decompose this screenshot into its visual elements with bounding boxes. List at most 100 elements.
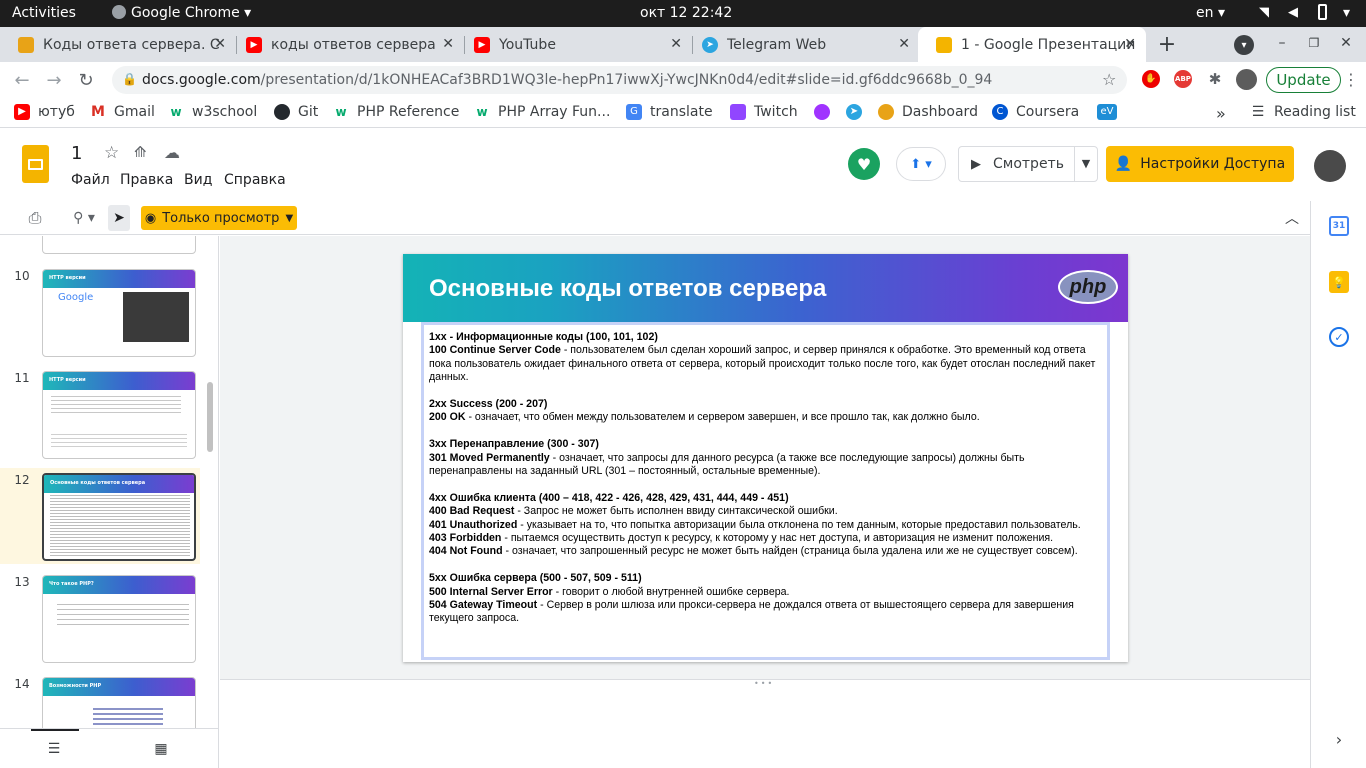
more-bookmarks-icon[interactable]: » [1216,104,1226,123]
bookmark-ev[interactable]: eV [1097,104,1125,120]
update-button[interactable]: Update [1266,67,1341,93]
minimize-icon[interactable]: – [1272,33,1292,53]
menu-file[interactable]: Файл [71,172,110,188]
close-tab-icon[interactable]: ✕ [898,36,910,52]
slide-thumbnail-13[interactable]: Что такое PHP? [42,575,196,663]
menu-help[interactable]: Справка [224,172,286,188]
close-tab-icon[interactable]: ✕ [1124,36,1136,52]
chrome-menu-icon[interactable]: ⋮ [1343,70,1359,89]
chrome-icon [112,5,126,19]
account-avatar[interactable] [1314,150,1346,182]
bookmark-translate[interactable]: Gtranslate [626,104,713,120]
print-icon[interactable]: ⎙ [24,207,46,229]
star-icon[interactable]: ☆ [104,143,119,163]
slide-line: 100 Continue Server Code - пользователем… [429,344,1104,384]
forward-icon[interactable]: → [42,68,66,92]
reading-list-button[interactable]: ☰ Reading list [1250,104,1356,120]
battery-icon[interactable] [1318,4,1327,20]
bookmark-coursera[interactable]: C Coursera [992,104,1079,120]
bookmark-gmail[interactable]: M Gmail [90,104,155,120]
tab-2[interactable]: ▶ коды ответов сервера ✕ [228,27,464,62]
status-code-description: - Запрос не может быть исполнен ввиду си… [514,505,838,518]
slide-thumbnail-11[interactable]: HTTP версии [42,371,196,459]
back-icon[interactable]: ← [10,68,34,92]
tab-title: 1 - Google Презентации [961,36,1136,53]
calendar-icon[interactable]: 31 [1329,216,1349,236]
expand-panel-icon[interactable]: › [1329,729,1349,749]
bookmark-php-array[interactable]: w PHP Array Fun... [474,104,610,120]
slideshow-dropdown-icon[interactable]: ▼ [1076,150,1096,176]
tab-3[interactable]: ▶ YouTube ✕ [456,27,692,62]
keep-icon[interactable]: 💡 [1329,271,1349,293]
grid-view-icon[interactable]: ▦ [151,739,171,759]
move-icon[interactable]: ⟰ [134,143,147,161]
profile-avatar[interactable] [1236,69,1257,90]
slides-logo-icon[interactable] [22,145,49,183]
companion-heart-icon[interactable]: ♥ [848,148,880,180]
clock[interactable]: окт 12 22:42 [640,5,732,21]
tab-4[interactable]: ➤ Telegram Web ✕ [684,27,920,62]
tab-1[interactable]: Коды ответа сервера. С ✕ [0,27,236,62]
menu-edit[interactable]: Правка [120,172,173,188]
resize-handle[interactable]: ••• [754,679,774,688]
bookmark-w3school[interactable]: w w3school [168,104,257,120]
select-pointer-icon[interactable]: ➤ [108,205,130,231]
close-window-icon[interactable]: ✕ [1336,33,1356,53]
cloud-status-icon[interactable]: ☁ [164,143,180,162]
adblock-icon[interactable]: ABP [1174,70,1192,88]
reload-icon[interactable]: ↻ [74,68,98,92]
slide-thumbnail-10[interactable]: HTTP версии Google [42,269,196,357]
speaker-notes-area[interactable]: ••• [220,679,1310,768]
app-menu[interactable]: Google Chrome ▾ [112,5,251,21]
zoom-icon[interactable]: ⚲ ▾ [64,207,104,229]
bookmark-star-icon[interactable]: ☆ [1102,70,1116,89]
status-code-label: 2xx Success (200 - 207) [429,398,548,411]
w3schools-icon: w [474,104,490,120]
restore-icon[interactable]: ❐ [1304,33,1324,53]
slide-filmstrip[interactable]: 10 HTTP версии Google 11 HTTP версии 12 … [0,236,219,768]
extension-hand-icon[interactable]: ✋ [1142,70,1160,88]
bookmark-telegram[interactable]: ➤ [846,104,870,120]
status-code-label: 401 Unauthorized [429,518,518,531]
tasks-icon[interactable]: ✓ [1329,327,1349,347]
php-logo: php [1058,270,1118,304]
slide-thumbnail-12-selected[interactable]: Основные коды ответов сервера [42,473,196,561]
bookmark-git[interactable]: Git [274,104,318,120]
bookmark-youtube[interactable]: ▶ ютуб [14,104,75,120]
youtube-icon: ▶ [474,36,490,53]
system-menu-arrow[interactable]: ▾ [1343,5,1350,21]
wifi-icon[interactable]: ◥ [1259,5,1269,20]
translate-icon: G [626,104,642,120]
coursera-icon: C [992,104,1008,120]
view-only-mode-button[interactable]: ◉ Только просмотр ▼ [141,206,297,230]
close-tab-icon[interactable]: ✕ [214,36,226,52]
close-tab-icon[interactable]: ✕ [442,36,454,52]
slide-thumbnail-9[interactable] [42,236,196,254]
present-mode-button[interactable]: ⬆ ▾ [896,147,946,181]
filmstrip-scrollbar[interactable] [207,382,213,452]
extensions-puzzle-icon[interactable]: ✱ [1206,70,1224,88]
slide-title: Основные коды ответов сервера [429,275,827,302]
tab-search-icon[interactable]: ▾ [1234,35,1254,55]
collapse-menu-icon[interactable]: ︿ [1282,207,1302,229]
status-code-label: 504 Gateway Timeout [429,599,538,612]
language-indicator[interactable]: en ▾ [1196,5,1225,21]
bookmark-php-reference[interactable]: w PHP Reference [333,104,459,120]
bookmark-twitch[interactable]: Twitch [730,104,798,120]
twitch-icon [730,104,746,120]
doc-title[interactable]: 1 [71,143,82,164]
bookmark-dashboard[interactable]: Dashboard [878,104,978,120]
activities-button[interactable]: Activities [12,5,76,21]
close-tab-icon[interactable]: ✕ [670,36,682,52]
volume-icon[interactable]: ◀ [1288,5,1298,20]
filmstrip-view-icon[interactable]: ☰ [44,739,64,759]
status-code-label: 404 Not Found [429,545,503,558]
new-tab-button[interactable]: + [1154,31,1180,57]
bookmark-messenger[interactable] [814,104,838,120]
status-code-description: - означает, что запрошенный ресурс не мо… [502,545,1078,558]
menu-view[interactable]: Вид [184,172,212,188]
tab-5-active[interactable]: 1 - Google Презентации ✕ [918,27,1146,62]
share-button[interactable]: 👤 Настройки Доступа [1106,146,1294,182]
address-bar[interactable]: 🔒 docs.google.com/presentation/d/1kONHEA… [112,66,1127,94]
